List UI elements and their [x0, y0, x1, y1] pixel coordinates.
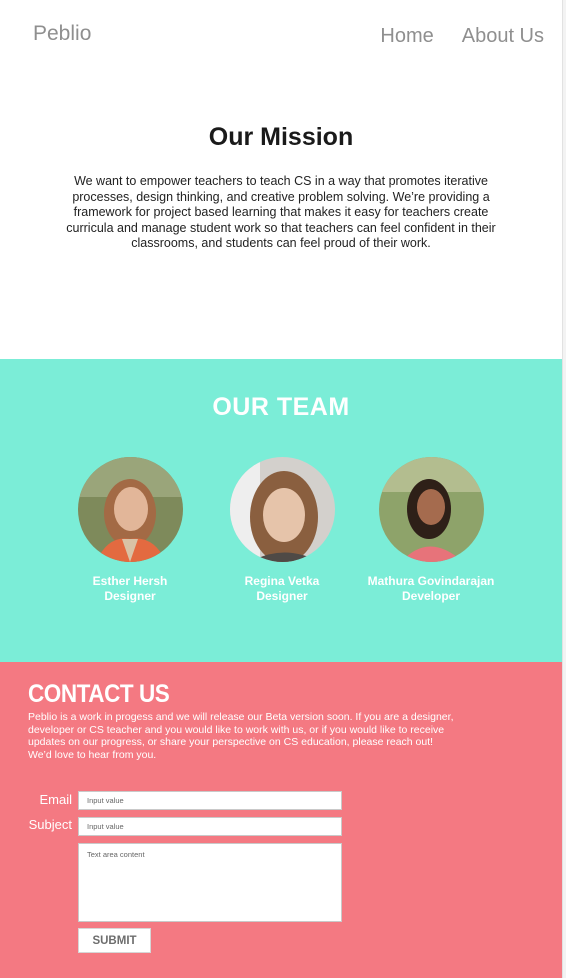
contact-section: CONTACT US Peblio is a work in progess a… [0, 662, 562, 978]
avatar-regina-image [229, 457, 335, 562]
team-member-regina: Regina Vetka Designer [207, 457, 357, 604]
submit-button[interactable]: SUBMIT [78, 928, 151, 953]
mission-text: We want to empower teachers to teach CS … [66, 174, 496, 250]
team-section: OUR TEAM Esther Hersh Designer Regina Ve… [0, 359, 562, 662]
member-name: Mathura Govindarajan [367, 574, 495, 588]
avatar-mathura [378, 457, 484, 562]
avatar-regina [229, 457, 335, 562]
avatar-mathura-image [378, 457, 484, 562]
avatar-esther [77, 457, 183, 562]
subject-label: Subject [28, 817, 72, 832]
member-role: Developer [401, 589, 461, 603]
email-label: Email [39, 792, 72, 807]
member-role: Designer [256, 589, 308, 603]
team-title: OUR TEAM [212, 393, 350, 421]
main-nav: Home About Us [380, 25, 544, 48]
nav-about-link[interactable]: About Us [462, 25, 544, 48]
member-name: Regina Vetka [244, 574, 320, 588]
member-name: Esther Hersh [92, 574, 168, 588]
page: Peblio Home About Us Our Mission We want… [0, 0, 562, 978]
scrollbar[interactable] [562, 0, 566, 978]
nav-home-link[interactable]: Home [380, 25, 433, 48]
avatar-esther-image [77, 457, 183, 562]
contact-text: Peblio is a work in progess and we will … [28, 711, 454, 761]
message-textarea[interactable] [78, 843, 342, 922]
team-member-esther: Esther Hersh Designer [55, 457, 205, 604]
team-member-mathura: Mathura Govindarajan Developer [356, 457, 506, 604]
member-role: Designer [104, 589, 156, 603]
mission-title: Our Mission [208, 123, 354, 151]
contact-title: CONTACT US [28, 680, 170, 708]
email-field[interactable] [78, 791, 342, 810]
subject-field[interactable] [78, 817, 342, 836]
logo[interactable]: Peblio [33, 22, 91, 46]
